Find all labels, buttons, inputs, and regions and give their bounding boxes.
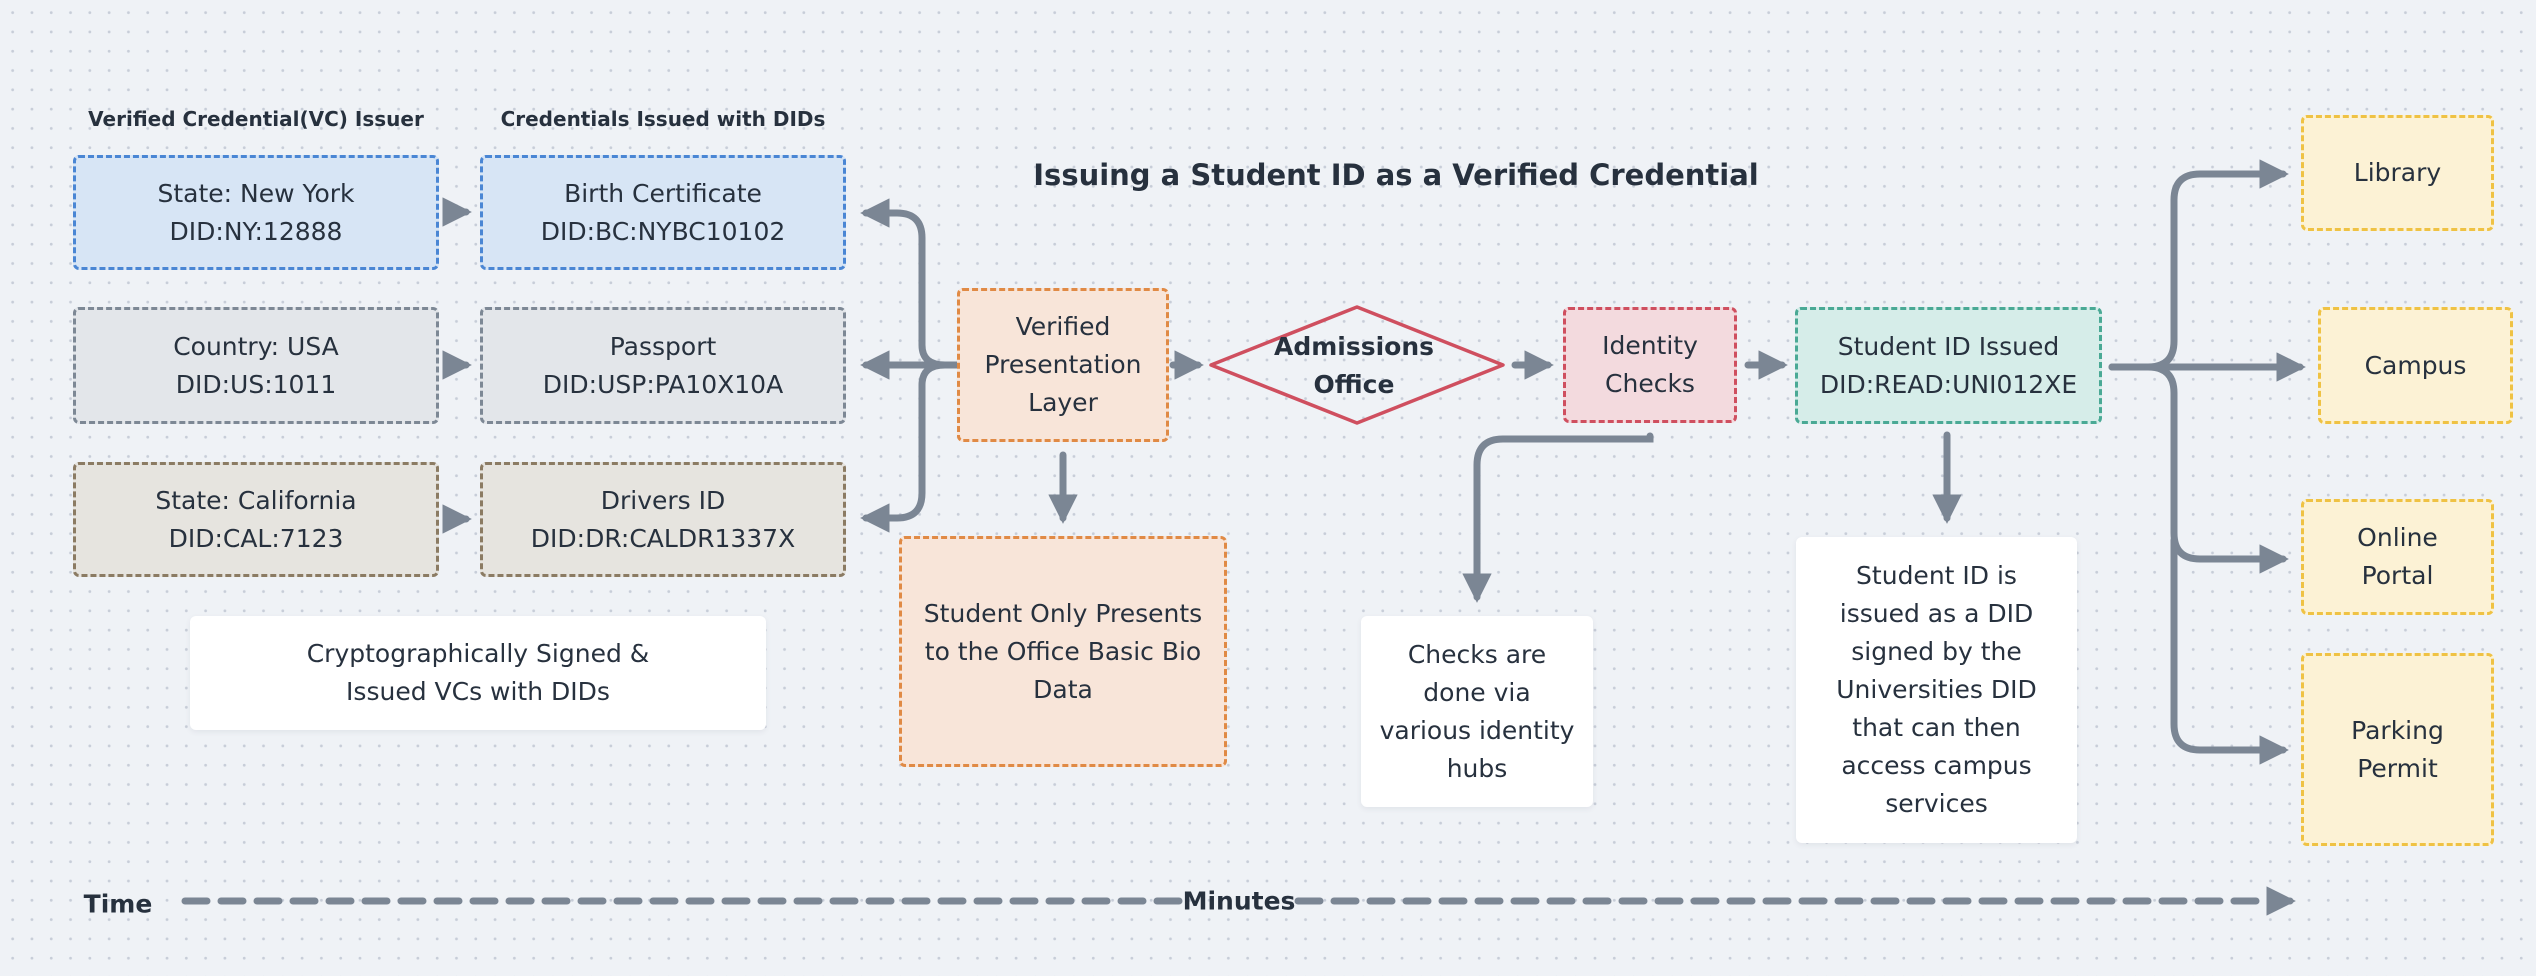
credential-did: DID:USP:PA10X10A [542, 369, 784, 399]
credential-did: DID:BC:NYBC10102 [540, 216, 786, 246]
note-student-id-info: Student ID is issued as a DID signed by … [1796, 537, 2077, 843]
service-library[interactable]: Library [2301, 115, 2494, 231]
issuer-california[interactable]: State: California DID:CAL:7123 [73, 462, 439, 577]
student-id-issued[interactable]: Student ID Issued DID:READ:UNI012XE [1795, 307, 2102, 424]
connector-birth-cert-to-vpl [860, 198, 961, 369]
service-online-portal[interactable]: Online Portal [2301, 499, 2494, 615]
credential-name: Drivers ID [600, 485, 726, 515]
connector-to-parking-permit [2170, 536, 2289, 765]
issuer-name: State: New York [157, 178, 355, 208]
service-campus[interactable]: Campus [2318, 307, 2513, 424]
note-crypto-signed: Cryptographically Signed & Issued VCs wi… [190, 616, 766, 730]
credential-did: DID:DR:CALDR1337X [530, 523, 796, 553]
issuer-did: DID:CAL:7123 [168, 523, 344, 553]
connector-identity-to-hubs-note [1462, 432, 1654, 603]
connector-to-library [2108, 159, 2289, 371]
issuer-usa[interactable]: Country: USA DID:US:1011 [73, 307, 439, 424]
verified-presentation-layer[interactable]: Verified Presentation Layer [957, 288, 1169, 442]
credential-name: Birth Certificate [564, 178, 762, 208]
diagram-title: Issuing a Student ID as a Verified Crede… [1033, 158, 1759, 192]
credential-birth-certificate[interactable]: Birth Certificate DID:BC:NYBC10102 [480, 155, 846, 270]
note-bio-data: Student Only Presents to the Office Basi… [899, 536, 1227, 767]
admissions-office-label[interactable]: Admissions Office [1274, 328, 1434, 404]
student-id-name: Student ID Issued [1837, 331, 2060, 361]
timeline-label: Time [83, 889, 153, 919]
credential-drivers-id[interactable]: Drivers ID DID:DR:CALDR1337X [480, 462, 846, 577]
credential-name: Passport [609, 331, 717, 361]
issuer-did: DID:US:1011 [175, 369, 337, 399]
header-issuer: Verified Credential(VC) Issuer [88, 107, 424, 131]
credential-passport[interactable]: Passport DID:USP:PA10X10A [480, 307, 846, 424]
issuer-name: State: California [155, 485, 357, 515]
issuer-did: DID:NY:12888 [169, 216, 343, 246]
issuer-new-york[interactable]: State: New York DID:NY:12888 [73, 155, 439, 270]
service-parking-permit[interactable]: Parking Permit [2301, 653, 2494, 846]
issuer-name: Country: USA [173, 331, 339, 361]
timeline-unit: Minutes [1182, 886, 1296, 916]
note-identity-hubs: Checks are done via various identity hub… [1361, 616, 1593, 807]
header-credentials: Credentials Issued with DIDs [500, 107, 826, 131]
connector-drivers-id-to-vpl [860, 361, 949, 533]
student-id-did: DID:READ:UNI012XE [1819, 369, 2078, 399]
connector-to-online-portal [2144, 363, 2289, 574]
identity-checks[interactable]: Identity Checks [1563, 307, 1737, 423]
